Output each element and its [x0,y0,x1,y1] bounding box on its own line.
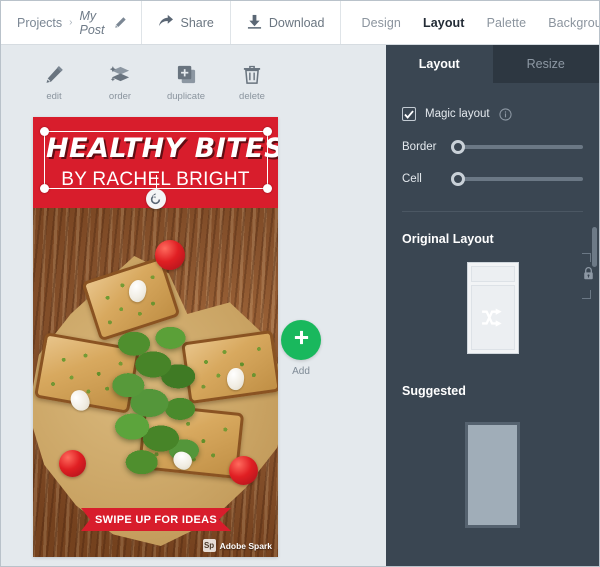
duplicate-button[interactable]: duplicate [153,61,219,109]
breadcrumb-projects-link[interactable]: Projects [17,16,62,30]
original-layout-heading: Original Layout [402,232,494,246]
thumbnail-zone-body [470,285,515,350]
cell-slider-row: Cell [402,172,583,186]
tab-layout[interactable]: Layout [423,16,465,30]
shuffle-icon [481,307,502,327]
arrange-layers-icon [109,61,132,85]
magic-layout-row: Magic layout [402,107,583,121]
breadcrumb-separator: › [69,17,73,28]
original-layout-thumbnail[interactable] [466,262,519,354]
selection-handle-bottom-right[interactable] [263,184,272,193]
adobe-spark-editor: Projects › My Post Share Download Design… [0,0,600,567]
adobe-spark-watermark: Sp Adobe Spark [202,539,272,552]
plus-icon [293,329,310,351]
swipe-banner-ribbon: SWIPE UP FOR IDEAS [81,508,231,531]
magic-layout-checkbox[interactable] [402,107,416,121]
share-label: Share [180,15,214,30]
border-slider-label: Border [402,141,437,153]
panel-scrollbar-thumb[interactable] [592,227,597,267]
herb-garnish [111,326,207,474]
poster-canvas[interactable]: HEALTHY BITES BY RACHEL BRIGHT SWIPE UP … [33,117,278,557]
magic-layout-label: Magic layout [425,108,490,120]
duplicate-label: duplicate [166,91,206,102]
bracket-top [582,253,591,262]
rotate-handle-icon[interactable] [145,189,166,209]
cell-slider-label: Cell [402,173,422,185]
spark-logo-icon: Sp [202,539,216,552]
swipe-banner-text: SWIPE UP FOR IDEAS [95,513,217,526]
order-button[interactable]: order [87,61,153,109]
suggested-heading: Suggested [402,384,466,398]
pencil-icon [44,61,65,85]
border-slider[interactable] [451,140,583,154]
pencil-icon[interactable] [114,16,127,29]
selection-handle-bottom-left[interactable] [40,184,49,193]
breadcrumb: Projects › My Post [1,9,141,37]
checkmark-icon [404,109,414,119]
panel-divider [402,211,583,212]
cell-slider[interactable] [451,172,583,186]
cherry-tomato [155,240,185,270]
duplicate-plus-icon [176,61,197,85]
add-label: Add [292,366,310,377]
cherry-tomato [59,450,86,477]
bracket-bottom [582,290,591,299]
cherry-tomato [229,456,258,485]
download-button[interactable]: Download [231,1,341,44]
poster-photo[interactable]: SWIPE UP FOR IDEAS Sp Adobe Spark [33,208,278,557]
selection-handle-top-left[interactable] [40,127,49,136]
order-label: order [108,91,132,102]
border-slider-knob[interactable] [451,140,465,154]
panel-tabs: Layout Resize [386,45,599,83]
panel-tab-resize[interactable]: Resize [492,45,599,83]
nav-tabs: Design Layout Palette Background Text [341,1,599,44]
tab-design[interactable]: Design [361,16,401,30]
download-group: Download [231,1,342,44]
download-icon [247,14,262,32]
add-control: Add [281,320,321,377]
breadcrumb-group: Projects › My Post [1,1,142,44]
trash-icon [242,61,262,85]
panel-body: Magic layout Border Cell Original Layout… [386,107,599,528]
edit-label: edit [46,91,62,102]
border-slider-row: Border [402,140,583,154]
share-button[interactable]: Share [142,1,230,44]
suggested-layout-thumbnail[interactable] [465,422,520,528]
delete-label: delete [239,91,265,102]
add-button[interactable] [281,320,321,360]
object-toolbar: edit order duplicate delete [1,61,301,109]
tab-palette[interactable]: Palette [487,16,527,30]
spark-watermark-label: Adobe Spark [219,540,272,551]
layout-side-panel: Layout Resize Magic layout Border Cell O… [386,45,599,566]
lock-icon[interactable] [582,267,595,286]
top-navigation-bar: Projects › My Post Share Download Design… [1,1,599,45]
panel-tab-layout[interactable]: Layout [386,45,493,83]
page-title: My Post [79,8,105,37]
share-arrow-icon [158,14,174,31]
download-label: Download [268,15,325,30]
share-group: Share [142,1,231,44]
canvas-workspace: edit order duplicate delete HEALTHY BITE… [1,45,386,566]
delete-button[interactable]: delete [219,61,285,109]
selection-handle-top-right[interactable] [263,127,272,136]
cell-slider-knob[interactable] [451,172,465,186]
swipe-banner[interactable]: SWIPE UP FOR IDEAS [81,508,231,531]
info-icon[interactable] [498,107,512,121]
thumbnail-zone-header [470,266,515,282]
edit-button[interactable]: edit [21,61,87,109]
tab-background[interactable]: Background [548,16,599,30]
